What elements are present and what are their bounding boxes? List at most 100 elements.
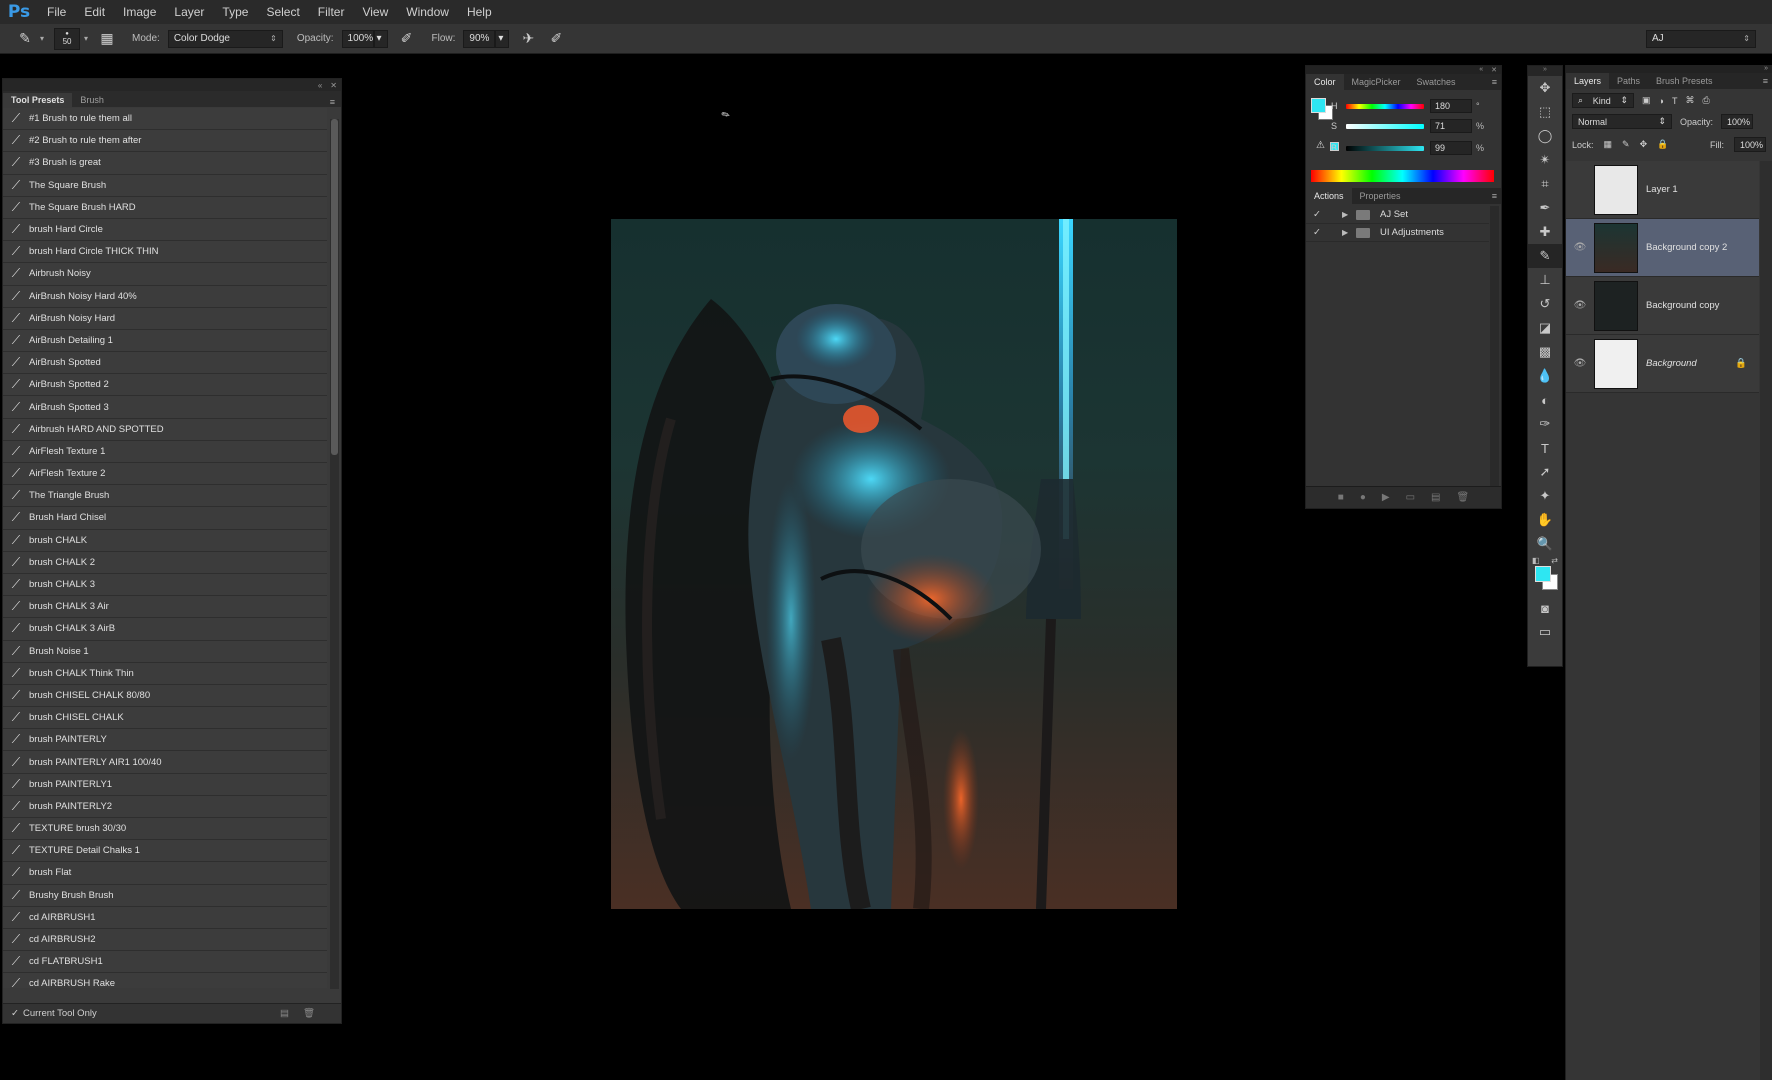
menu-layer[interactable]: Layer (165, 5, 213, 19)
tool-preset-item[interactable]: ⟋ AirBrush Noisy Hard 40% (3, 285, 327, 308)
tool-preset-item[interactable]: ⟋ Airbrush Noisy (3, 263, 327, 286)
tool-preset-item[interactable]: ⟋ cd FLATBRUSH1 (3, 951, 327, 974)
tool-preset-item[interactable]: ⟋ TEXTURE brush 30/30 (3, 818, 327, 841)
tool-preset-item[interactable]: ⟋ brush PAINTERLY AIR1 100/40 (3, 751, 327, 774)
tool-preset-item[interactable]: ⟋ brush PAINTERLY (3, 729, 327, 752)
blend-mode-select[interactable]: Normal ⇕ (1572, 114, 1672, 129)
eye-icon[interactable]: 👁 (1566, 300, 1594, 311)
color-spectrum-bar[interactable] (1311, 170, 1494, 182)
layer-name[interactable]: Layer 1 (1646, 184, 1678, 195)
menu-help[interactable]: Help (458, 5, 501, 19)
menu-image[interactable]: Image (114, 5, 165, 19)
chevron-down-icon[interactable]: ▾ (84, 34, 88, 43)
menu-window[interactable]: Window (397, 5, 458, 19)
crop-tool-icon[interactable]: ⌗ (1528, 172, 1562, 196)
scrollbar-thumb[interactable] (331, 119, 338, 455)
tool-preset-item[interactable]: ⟋ brush Hard Circle THICK THIN (3, 241, 327, 264)
tab-tool-presets[interactable]: Tool Presets (3, 93, 73, 107)
tool-preset-item[interactable]: ⟋ brush Hard Circle (3, 218, 327, 242)
panel-menu-icon[interactable]: ≡ (330, 97, 341, 107)
lock-all-icon[interactable]: 🔒 (1657, 139, 1668, 150)
tool-preset-item[interactable]: ⟋ brush CHALK 3 Air (3, 596, 327, 619)
tool-preset-item[interactable]: ⟋ cd AIRBRUSH1 (3, 906, 327, 929)
opacity-input[interactable]: 100% (341, 29, 374, 48)
layer-opacity-input[interactable]: 100% (1721, 114, 1754, 129)
flow-input[interactable]: 90% (463, 29, 496, 48)
opacity-dropdown[interactable]: ▾ (373, 29, 388, 48)
panel-menu-icon[interactable]: ≡ (1492, 191, 1501, 201)
tool-preset-item[interactable]: ⟋ brush CHALK 3 AirB (3, 618, 327, 641)
brush-tool-icon[interactable]: ✎ (14, 28, 36, 50)
foreground-color-swatch[interactable] (1311, 98, 1326, 113)
stop-icon[interactable]: ■ (1338, 492, 1344, 503)
checkmark-icon[interactable]: ✓ (11, 1008, 19, 1019)
mode-select[interactable]: Color Dodge ⇕ (167, 29, 283, 48)
tab-paths[interactable]: Paths (1609, 76, 1648, 86)
tool-preset-item[interactable]: ⟋ AirBrush Spotted 3 (3, 396, 327, 419)
lock-pixels-icon[interactable]: ✎ (1622, 139, 1630, 150)
panel-menu-icon[interactable]: ≡ (1492, 77, 1501, 87)
tool-preset-item[interactable]: ⟋ brush CHALK Think Thin (3, 662, 327, 685)
tool-preset-item[interactable]: ⟋ Airbrush HARD AND SPOTTED (3, 418, 327, 441)
menu-filter[interactable]: Filter (309, 5, 354, 19)
close-icon[interactable]: ✕ (330, 81, 337, 90)
layer-row[interactable]: 👁 Background copy 2 (1566, 219, 1759, 277)
record-icon[interactable]: ● (1360, 492, 1366, 503)
tool-preset-item[interactable]: ⟋ Brush Hard Chisel (3, 507, 327, 530)
tab-magicpicker[interactable]: MagicPicker (1344, 77, 1409, 87)
kind-filter-select[interactable]: ⌕ Kind ⇕ (1572, 93, 1634, 108)
hand-tool-icon[interactable]: ✋ (1528, 508, 1562, 532)
quick-mask-icon[interactable]: ◙ (1528, 596, 1562, 620)
layer-row[interactable]: 👁 Background 🔒 (1566, 335, 1759, 393)
history-brush-tool-icon[interactable]: ↺ (1528, 292, 1562, 316)
pressure-size-icon[interactable]: ✐ (545, 28, 567, 50)
close-icon[interactable]: ✕ (1491, 66, 1497, 74)
expand-arrow-icon[interactable]: ▶ (1342, 210, 1356, 219)
swap-colors-icon[interactable]: ⇄ (1551, 556, 1558, 565)
tool-preset-item[interactable]: ⟋ brush CHALK (3, 529, 327, 552)
blur-tool-icon[interactable]: 💧 (1528, 364, 1562, 388)
brush-size-picker[interactable]: ● 50 (54, 27, 81, 50)
tool-preset-item[interactable]: ⟋ TEXTURE Detail Chalks 1 (3, 840, 327, 863)
tool-preset-item[interactable]: ⟋ AirBrush Detailing 1 (3, 329, 327, 353)
workspace-select[interactable]: AJ ⇕ (1646, 29, 1756, 48)
tool-preset-item[interactable]: ⟋ cd AIRBRUSH2 (3, 928, 327, 952)
tool-preset-item[interactable]: ⟋ brush PAINTERLY1 (3, 773, 327, 796)
tool-preset-item[interactable]: ⟋ #1 Brush to rule them all (3, 108, 327, 131)
checkmark-icon[interactable]: ✓ (1306, 209, 1328, 220)
eye-icon[interactable]: 👁 (1566, 242, 1594, 253)
expand-arrow-icon[interactable]: ▶ (1342, 228, 1356, 237)
lasso-tool-icon[interactable]: ◯ (1528, 124, 1562, 148)
trash-icon[interactable]: 🗑 (1457, 492, 1470, 503)
filter-type-icon[interactable]: T (1672, 96, 1678, 106)
tab-actions[interactable]: Actions (1306, 188, 1352, 204)
fill-input[interactable]: 100% (1734, 137, 1766, 152)
hue-slider[interactable] (1346, 103, 1424, 109)
filter-adjustment-icon[interactable]: ◑ (1659, 96, 1664, 106)
lock-transparent-icon[interactable]: ▦ (1604, 139, 1613, 150)
saturation-input[interactable]: 71 (1430, 119, 1472, 133)
move-tool-icon[interactable]: ✥ (1528, 76, 1562, 100)
tool-preset-item[interactable]: ⟋ brush CHALK 2 (3, 551, 327, 574)
brush-panel-icon[interactable]: ▦ (96, 28, 118, 50)
tool-preset-item[interactable]: ⟋ The Square Brush HARD (3, 196, 327, 219)
scrollbar[interactable] (330, 119, 339, 989)
tool-preset-item[interactable]: ⟋ The Triangle Brush (3, 485, 327, 508)
layer-row[interactable]: Layer 1 (1566, 161, 1759, 219)
tab-color[interactable]: Color (1306, 74, 1344, 90)
shape-tool-icon[interactable]: ✦ (1528, 484, 1562, 508)
zoom-tool-icon[interactable]: 🔍 (1528, 532, 1562, 556)
eyedropper-tool-icon[interactable]: ✒ (1528, 196, 1562, 220)
magic-wand-tool-icon[interactable]: ✴ (1528, 148, 1562, 172)
path-selection-tool-icon[interactable]: ➚ (1528, 460, 1562, 484)
saturation-slider[interactable] (1346, 123, 1424, 129)
action-set-row[interactable]: ✓ ▶ UI Adjustments (1306, 224, 1489, 242)
tab-properties[interactable]: Properties (1352, 191, 1409, 201)
play-icon[interactable]: ▶ (1382, 492, 1390, 503)
scrollbar[interactable] (1760, 161, 1772, 1080)
collapse-icon[interactable]: « (1479, 66, 1483, 74)
tool-preset-item[interactable]: ⟋ Brush Noise 1 (3, 640, 327, 663)
panel-menu-icon[interactable]: ≡ (1763, 76, 1772, 86)
new-set-icon[interactable]: ▭ (1406, 492, 1415, 503)
tool-preset-item[interactable]: ⟋ The Square Brush (3, 174, 327, 197)
